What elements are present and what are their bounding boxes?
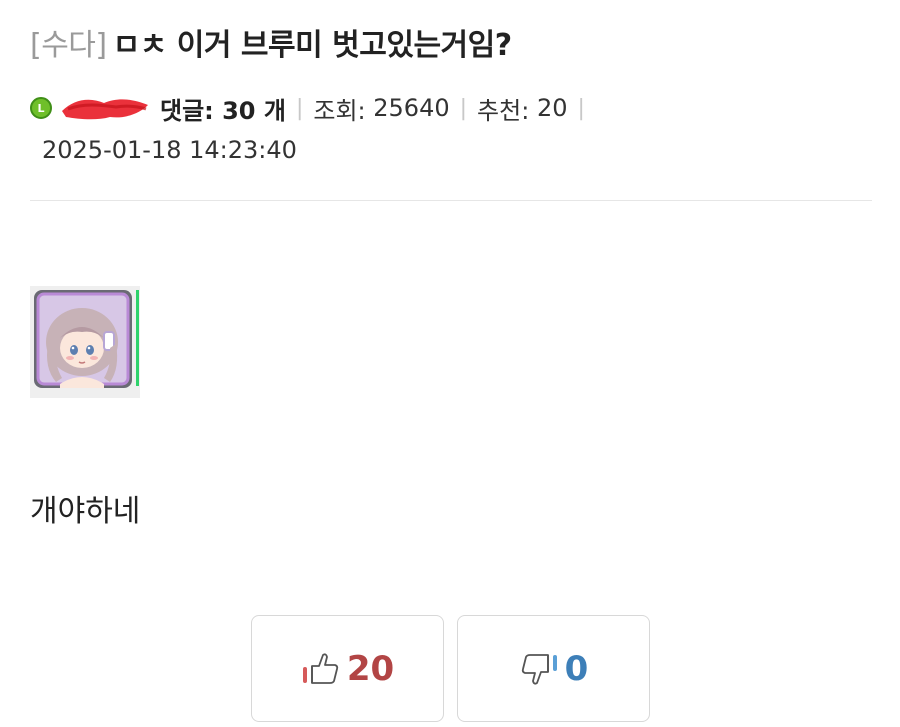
post-category[interactable]: [수다] — [30, 28, 107, 63]
header-divider — [30, 200, 872, 201]
views-count: 25640 — [373, 94, 450, 122]
character-avatar-icon — [30, 286, 140, 398]
redaction-scribble — [62, 99, 148, 120]
recommends-count: 20 — [536, 94, 568, 122]
post-meta: L 댓글: 30 개 | 조회: 25640 | 추천: 20 | — [30, 88, 595, 128]
downvote-button[interactable]: 0 — [457, 615, 650, 722]
thumbs-up-icon — [301, 651, 341, 687]
meta-separator: | — [577, 95, 585, 121]
meta-separator: | — [459, 95, 468, 121]
post-header: [수다] ㅁㅊ 이거 브루미 벗고있는거임? — [30, 24, 872, 68]
upvote-count: 20 — [346, 648, 395, 689]
thumbs-down-icon — [519, 651, 559, 687]
character-avatar-image — [30, 286, 140, 398]
author-name-redacted[interactable] — [60, 93, 152, 123]
post-title-text: ㅁㅊ 이거 브루미 벗고있는거임? — [112, 28, 513, 63]
upvote-button[interactable]: 20 — [251, 615, 444, 722]
meta-separator: | — [295, 95, 304, 121]
post-date: 2025-01-18 14:23:40 — [42, 136, 297, 164]
post-body: 개야하네 — [30, 494, 141, 529]
recommends-label: 추천: — [477, 96, 530, 125]
downvote-count: 0 — [564, 648, 589, 689]
level-badge-icon: L — [30, 97, 52, 119]
post-title: [수다] ㅁㅊ 이거 브루미 벗고있는거임? — [30, 24, 872, 68]
comment-count[interactable]: 댓글: 30 개 — [160, 91, 286, 126]
views-label: 조회: — [313, 96, 366, 125]
